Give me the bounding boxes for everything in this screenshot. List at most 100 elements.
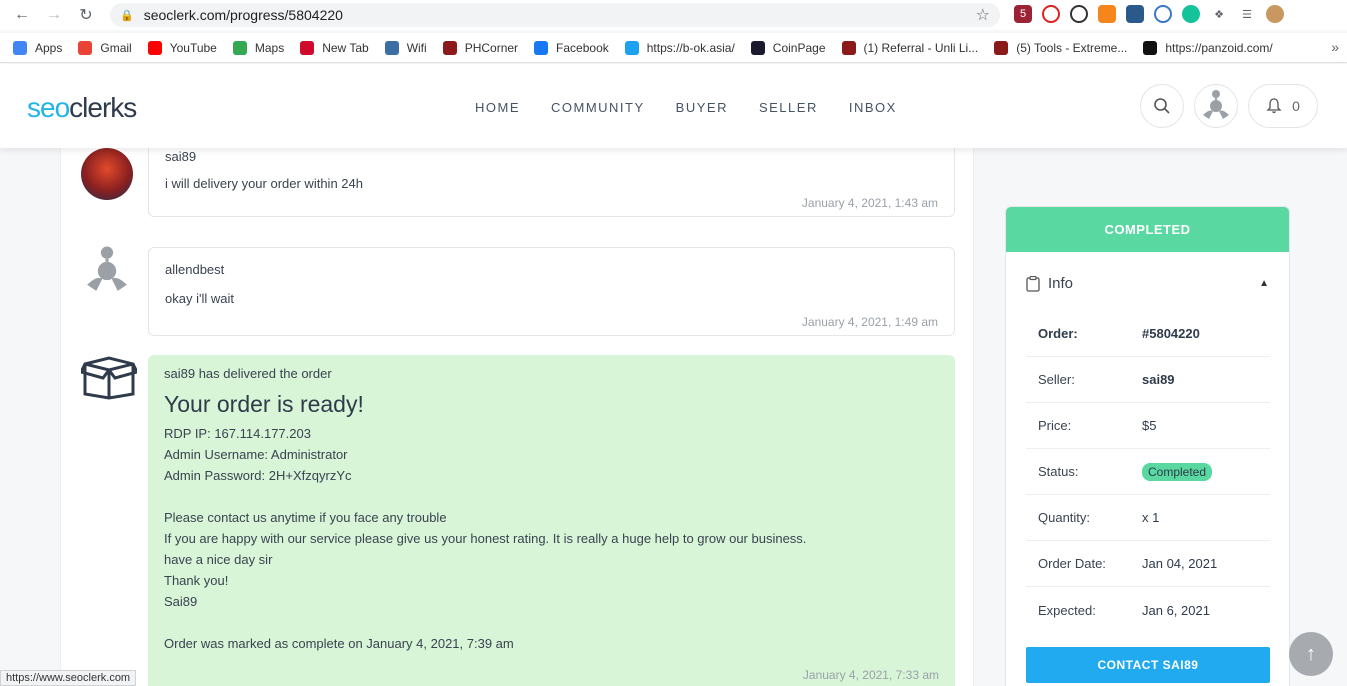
collapse-caret-icon[interactable]: ▲: [1259, 278, 1269, 289]
forward-icon[interactable]: →: [40, 1, 68, 29]
playlist-icon[interactable]: ☰: [1238, 5, 1256, 23]
apps-grid-icon: [13, 40, 27, 55]
delivery-header: sai89 has delivered the order: [164, 366, 332, 381]
search-button[interactable]: [1140, 84, 1184, 128]
grammarly-icon[interactable]: [1182, 5, 1200, 23]
seoclerks-logo[interactable]: seoclerks: [27, 92, 137, 124]
delivery-line: Admin Username: Administrator: [164, 447, 348, 462]
bookmark-item[interactable]: New Tab: [300, 40, 369, 55]
bookmark-label: New Tab: [322, 40, 369, 55]
info-key: Expected:: [1038, 602, 1096, 618]
bookmark-item[interactable]: (5) Tools - Extreme...: [994, 40, 1127, 55]
bookmark-item[interactable]: Gmail: [78, 40, 132, 55]
info-value: x 1: [1142, 510, 1160, 525]
red-circle-extension-icon[interactable]: [1042, 5, 1060, 23]
refresh-extension-icon[interactable]: [1154, 5, 1172, 23]
shield-icon: [442, 40, 457, 55]
nav-seller[interactable]: SELLER: [759, 100, 818, 115]
scroll-to-top-button[interactable]: ↑: [1289, 632, 1333, 676]
shield-icon: [994, 40, 1009, 55]
delivery-timestamp: January 4, 2021, 7:33 am: [802, 668, 939, 682]
delivery-line: Please contact us anytime if you face an…: [164, 510, 447, 525]
bookmarks-overflow-icon[interactable]: »: [1331, 39, 1339, 55]
address-bar[interactable]: 🔒 seoclerk.com/progress/5804220 ☆: [110, 3, 1000, 27]
arrow-up-icon: ↑: [1306, 642, 1316, 665]
shield-icon: [841, 40, 856, 55]
allendbest-avatar[interactable]: [81, 245, 133, 297]
info-value: Jan 04, 2021: [1142, 556, 1218, 571]
facebook-icon: [534, 40, 549, 55]
huawei-icon: [300, 40, 315, 55]
bookmark-item[interactable]: Facebook: [534, 40, 609, 55]
nav-home[interactable]: HOME: [475, 100, 520, 115]
bookmark-item[interactable]: YouTube: [147, 40, 217, 55]
info-row-quantity: Quantity: x 1: [1026, 495, 1270, 541]
bookmark-label: PHCorner: [464, 40, 519, 55]
lock-icon: 🔒: [120, 9, 134, 22]
info-row-seller: Seller: sai89: [1026, 357, 1270, 403]
status-banner: COMPLETED: [1006, 207, 1289, 252]
bookmark-label: Facebook: [556, 40, 609, 55]
puzzle-extensions-icon[interactable]: ❖: [1210, 5, 1228, 23]
bookmarks-bar: Apps Gmail YouTube Maps New Tab Wifi PHCorner F…: [0, 33, 1347, 63]
info-row-order: Order: #5804220: [1026, 311, 1270, 357]
delivery-line: Thank you!: [164, 573, 229, 588]
bookmark-item[interactable]: https://b-ok.asia/: [624, 40, 735, 55]
bookmark-label: CoinPage: [772, 40, 826, 55]
bookmark-item[interactable]: PHCorner: [442, 40, 519, 55]
url-text: seoclerk.com/progress/5804220: [143, 7, 343, 23]
notifications-button[interactable]: 0: [1248, 84, 1318, 128]
message-text: i will delivery your order within 24h: [165, 176, 363, 191]
seller-link[interactable]: sai89: [1142, 372, 1175, 387]
profile-avatar-icon[interactable]: [1266, 5, 1284, 23]
bookmark-item[interactable]: Maps: [232, 40, 284, 55]
notification-count: 0: [1292, 98, 1300, 114]
bookmark-item[interactable]: https://panzoid.com/: [1143, 40, 1273, 55]
book-icon: [624, 40, 639, 55]
info-title: Info: [1048, 275, 1074, 292]
info-key: Order Date:: [1038, 556, 1106, 571]
metamask-fox-icon[interactable]: [1098, 5, 1116, 23]
bookmark-star-icon[interactable]: ☆: [976, 5, 990, 25]
delivery-line: If you are happy with our service please…: [164, 531, 807, 546]
info-value: Jan 6, 2021: [1142, 602, 1210, 618]
gauge-extension-icon[interactable]: [1070, 5, 1088, 23]
nav-community[interactable]: COMMUNITY: [551, 100, 645, 115]
logo-seo-text: seo: [27, 92, 70, 123]
shield-extension-icon[interactable]: 5: [1014, 5, 1032, 23]
contact-seller-button[interactable]: CONTACT SAI89: [1026, 647, 1270, 683]
bookmark-item[interactable]: Wifi: [384, 40, 427, 55]
sai89-avatar[interactable]: [81, 148, 133, 200]
message-username[interactable]: allendbest: [165, 262, 938, 277]
bookmark-item[interactable]: (1) Referral - Unli Li...: [841, 40, 979, 55]
network-extension-icon[interactable]: [1126, 5, 1144, 23]
bookmark-label: (1) Referral - Unli Li...: [863, 40, 979, 55]
status-bar-url: https://www.seoclerk.com: [0, 670, 137, 686]
youtube-icon: [147, 40, 162, 55]
info-header[interactable]: Info ▲: [1026, 275, 1269, 292]
message-username[interactable]: sai89: [165, 149, 938, 164]
bookmark-item[interactable]: CoinPage: [750, 40, 826, 55]
info-key: Seller:: [1038, 372, 1075, 387]
delivery-line: [164, 612, 939, 633]
order-info-panel: COMPLETED Info ▲ Order: #5804220 Seller:…: [1005, 206, 1290, 686]
message-text: okay i'll wait: [165, 291, 234, 306]
back-icon[interactable]: ←: [8, 1, 36, 29]
nav-inbox[interactable]: INBOX: [849, 100, 897, 115]
delivery-title: Your order is ready!: [164, 391, 364, 417]
browser-toolbar: ← → ↻ 🔒 seoclerk.com/progress/5804220 ☆ …: [0, 0, 1347, 30]
user-avatar-button[interactable]: [1194, 84, 1238, 128]
bookmark-label: Wifi: [406, 40, 427, 55]
delivery-line: Admin Password: 2H+XfzqyrzYc: [164, 468, 352, 483]
nav-buyer[interactable]: BUYER: [676, 100, 728, 115]
message-card: sai89 i will delivery your order within …: [148, 148, 955, 217]
bookmark-item[interactable]: Apps: [13, 40, 63, 55]
info-key: Status:: [1038, 464, 1079, 479]
search-icon: [1154, 98, 1170, 114]
bookmark-label: YouTube: [169, 40, 217, 55]
default-avatar-icon: [1203, 90, 1229, 119]
info-key: Price:: [1038, 418, 1072, 433]
bookmark-label: Apps: [35, 40, 63, 55]
bell-icon: [1266, 98, 1282, 114]
reload-icon[interactable]: ↻: [72, 1, 100, 29]
